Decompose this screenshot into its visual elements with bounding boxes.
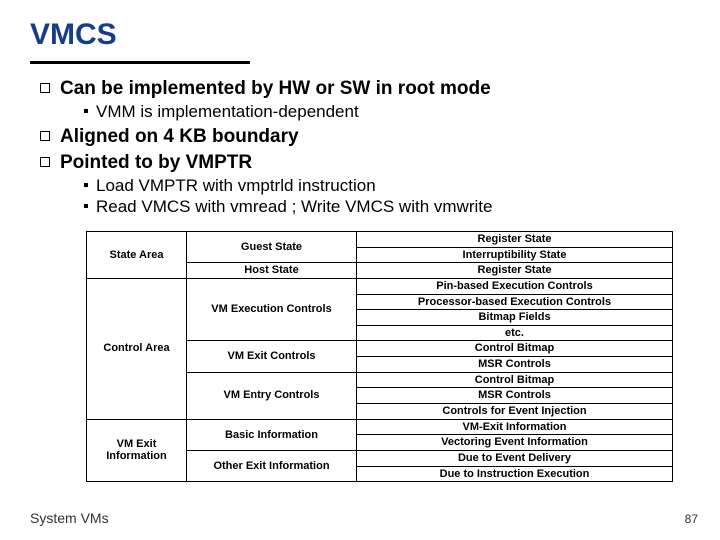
table-cell: MSR Controls — [357, 357, 673, 373]
table-cell: Processor-based Execution Controls — [357, 294, 673, 310]
table-cell: Guest State — [187, 232, 357, 263]
table-cell: VM-Exit Information — [357, 419, 673, 435]
dot-bullet-icon — [84, 204, 88, 208]
table-cell: VM Entry Controls — [187, 372, 357, 419]
footer-left: System VMs — [30, 510, 109, 526]
page-number: 87 — [685, 512, 698, 526]
bullet-item: Pointed to by VMPTR Load VMPTR with vmpt… — [40, 152, 690, 217]
slide-title: VMCS — [30, 18, 690, 51]
table-cell: Vectoring Event Information — [357, 435, 673, 451]
sub-bullet-text: Read VMCS with vmread ; Write VMCS with … — [96, 197, 492, 216]
sub-bullet-text: Load VMPTR with vmptrld instruction — [96, 176, 376, 195]
sub-bullet-item: VMM is implementation-dependent — [84, 102, 690, 122]
title-rule — [30, 61, 250, 64]
sub-bullet-item: Read VMCS with vmread ; Write VMCS with … — [84, 197, 690, 217]
dot-bullet-icon — [84, 109, 88, 113]
table-cell: Due to Event Delivery — [357, 450, 673, 466]
sub-bullet-list: VMM is implementation-dependent — [84, 102, 690, 122]
table-cell: Other Exit Information — [187, 450, 357, 481]
table-cell: Interruptibility State — [357, 247, 673, 263]
table-cell: State Area — [87, 232, 187, 279]
square-bullet-icon — [40, 83, 50, 93]
vmcs-table-wrap: State Area Guest State Register State In… — [86, 231, 672, 482]
table-cell: etc. — [357, 325, 673, 341]
table-cell: VM Exit Information — [87, 419, 187, 482]
table-cell: Bitmap Fields — [357, 310, 673, 326]
table-row: VM Exit Information Basic Information VM… — [87, 419, 673, 435]
table-cell: VM Execution Controls — [187, 278, 357, 341]
table-cell: Register State — [357, 232, 673, 248]
bullet-item: Aligned on 4 KB boundary — [40, 126, 690, 148]
sub-bullet-item: Load VMPTR with vmptrld instruction — [84, 176, 690, 196]
slide: VMCS Can be implemented by HW or SW in r… — [0, 0, 720, 540]
bullet-text: Aligned on 4 KB boundary — [60, 126, 299, 147]
table-cell: Controls for Event Injection — [357, 404, 673, 420]
table-cell: MSR Controls — [357, 388, 673, 404]
dot-bullet-icon — [84, 183, 88, 187]
table-cell: Due to Instruction Execution — [357, 466, 673, 482]
sub-bullet-list: Load VMPTR with vmptrld instruction Read… — [84, 176, 690, 217]
square-bullet-icon — [40, 157, 50, 167]
vmcs-table: State Area Guest State Register State In… — [86, 231, 673, 482]
table-cell: VM Exit Controls — [187, 341, 357, 372]
square-bullet-icon — [40, 131, 50, 141]
table-cell: Control Bitmap — [357, 372, 673, 388]
bullet-item: Can be implemented by HW or SW in root m… — [40, 78, 690, 122]
table-cell: Pin-based Execution Controls — [357, 278, 673, 294]
table-cell: Control Bitmap — [357, 341, 673, 357]
table-cell: Host State — [187, 263, 357, 279]
table-row: State Area Guest State Register State — [87, 232, 673, 248]
bullet-text: Can be implemented by HW or SW in root m… — [60, 78, 491, 99]
table-cell: Control Area — [87, 278, 187, 419]
bullet-list: Can be implemented by HW or SW in root m… — [40, 78, 690, 217]
table-row: Control Area VM Execution Controls Pin-b… — [87, 278, 673, 294]
sub-bullet-text: VMM is implementation-dependent — [96, 102, 359, 121]
table-cell: Basic Information — [187, 419, 357, 450]
bullet-text: Pointed to by VMPTR — [60, 152, 252, 173]
table-cell: Register State — [357, 263, 673, 279]
